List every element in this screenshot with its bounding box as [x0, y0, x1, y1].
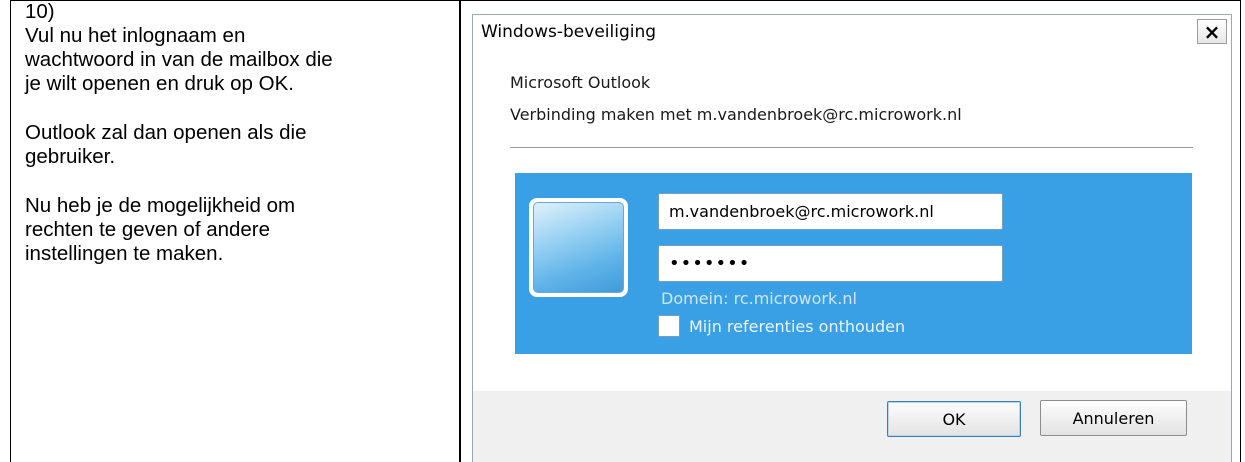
user-tile-icon — [529, 198, 628, 297]
instruction-paragraph-3: Nu heb je de mogelijkheid om rechten te … — [25, 194, 296, 265]
close-button[interactable]: × — [1197, 19, 1227, 44]
domain-label: Domein: rc.microwork.nl — [661, 289, 857, 308]
instruction-paragraph-1: Vul nu het inlognaam en wachtwoord in va… — [25, 24, 333, 95]
step-number: 10) — [25, 0, 55, 23]
credential-tile-panel: Domein: rc.microwork.nl Mijn referenties… — [515, 173, 1192, 354]
ok-button[interactable]: OK — [887, 401, 1021, 437]
username-input[interactable] — [658, 193, 1003, 230]
table-column-divider — [459, 0, 461, 462]
connecting-text: Verbinding maken met m.vandenbroek@rc.mi… — [510, 105, 962, 124]
dialog-content: Microsoft Outlook Verbinding maken met m… — [473, 51, 1231, 391]
remember-credentials-label[interactable]: Mijn referenties onthouden — [689, 317, 905, 336]
password-input[interactable] — [658, 245, 1003, 282]
dialog-button-bar: OK Annuleren — [473, 391, 1231, 462]
dialog-title: Windows-beveiliging — [481, 22, 657, 42]
dialog-titlebar: Windows-beveiliging × — [473, 15, 1231, 52]
windows-security-dialog: Windows-beveiliging × Microsoft Outlook … — [472, 14, 1232, 462]
app-name-label: Microsoft Outlook — [510, 73, 651, 92]
remember-credentials-checkbox[interactable] — [658, 315, 680, 337]
separator-line — [510, 147, 1193, 148]
instruction-cell: 10) Vul nu het inlognaam en wachtwoord i… — [25, 0, 450, 266]
close-icon: × — [1203, 19, 1221, 44]
instruction-paragraph-2: Outlook zal dan openen als die gebruiker… — [25, 121, 307, 168]
cancel-button[interactable]: Annuleren — [1040, 400, 1187, 436]
